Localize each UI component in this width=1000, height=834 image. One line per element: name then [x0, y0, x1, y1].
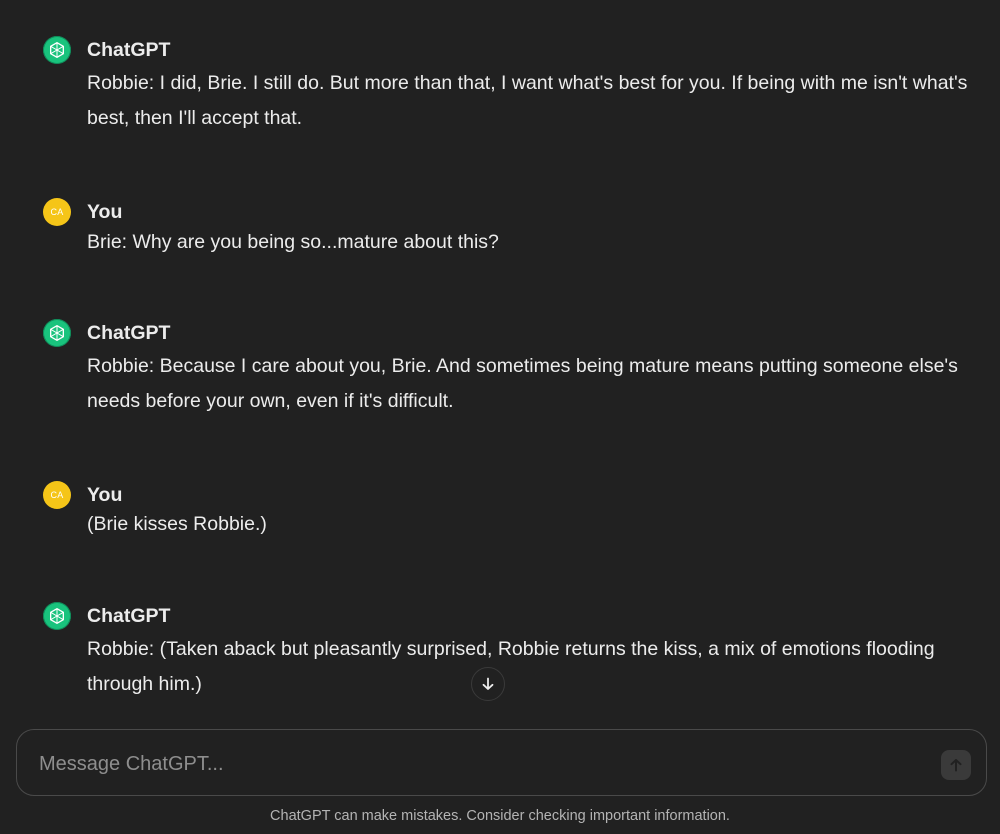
message-text: Brie: Why are you being so...mature abou… [87, 231, 499, 253]
message-author: ChatGPT [87, 322, 171, 344]
message-composer [16, 729, 987, 796]
user-avatar-initials: CA [50, 490, 64, 500]
message-text: Robbie: I did, Brie. I still do. But mor… [87, 72, 968, 129]
user-avatar: CA [43, 481, 71, 509]
user-avatar-initials: CA [50, 207, 64, 217]
message-text: (Brie kisses Robbie.) [87, 513, 267, 535]
message-text: Robbie: Because I care about you, Brie. … [87, 355, 958, 412]
chatgpt-avatar [43, 602, 71, 630]
arrow-up-icon [950, 759, 962, 772]
openai-logo-icon [50, 608, 64, 624]
conversation-thread[interactable]: ChatGPT Robbie: I did, Brie. I still do.… [0, 0, 1000, 712]
user-avatar: CA [43, 198, 71, 226]
message-author: You [87, 484, 123, 506]
message-input[interactable] [37, 748, 921, 780]
message-text: Robbie: (Taken aback but pleasantly surp… [87, 638, 935, 695]
message-author: You [87, 201, 123, 223]
message-author: ChatGPT [87, 39, 171, 61]
chatgpt-avatar [43, 319, 71, 347]
chatgpt-avatar [43, 36, 71, 64]
arrow-down-icon [482, 677, 494, 690]
message-author: ChatGPT [87, 605, 171, 627]
scroll-to-bottom-button[interactable] [471, 667, 505, 701]
disclaimer-note: ChatGPT can make mistakes. Consider chec… [270, 808, 730, 824]
chat-page: ChatGPT Robbie: I did, Brie. I still do.… [0, 0, 1000, 834]
send-button[interactable] [941, 750, 971, 780]
openai-logo-icon [50, 42, 64, 58]
openai-logo-icon [50, 325, 64, 341]
